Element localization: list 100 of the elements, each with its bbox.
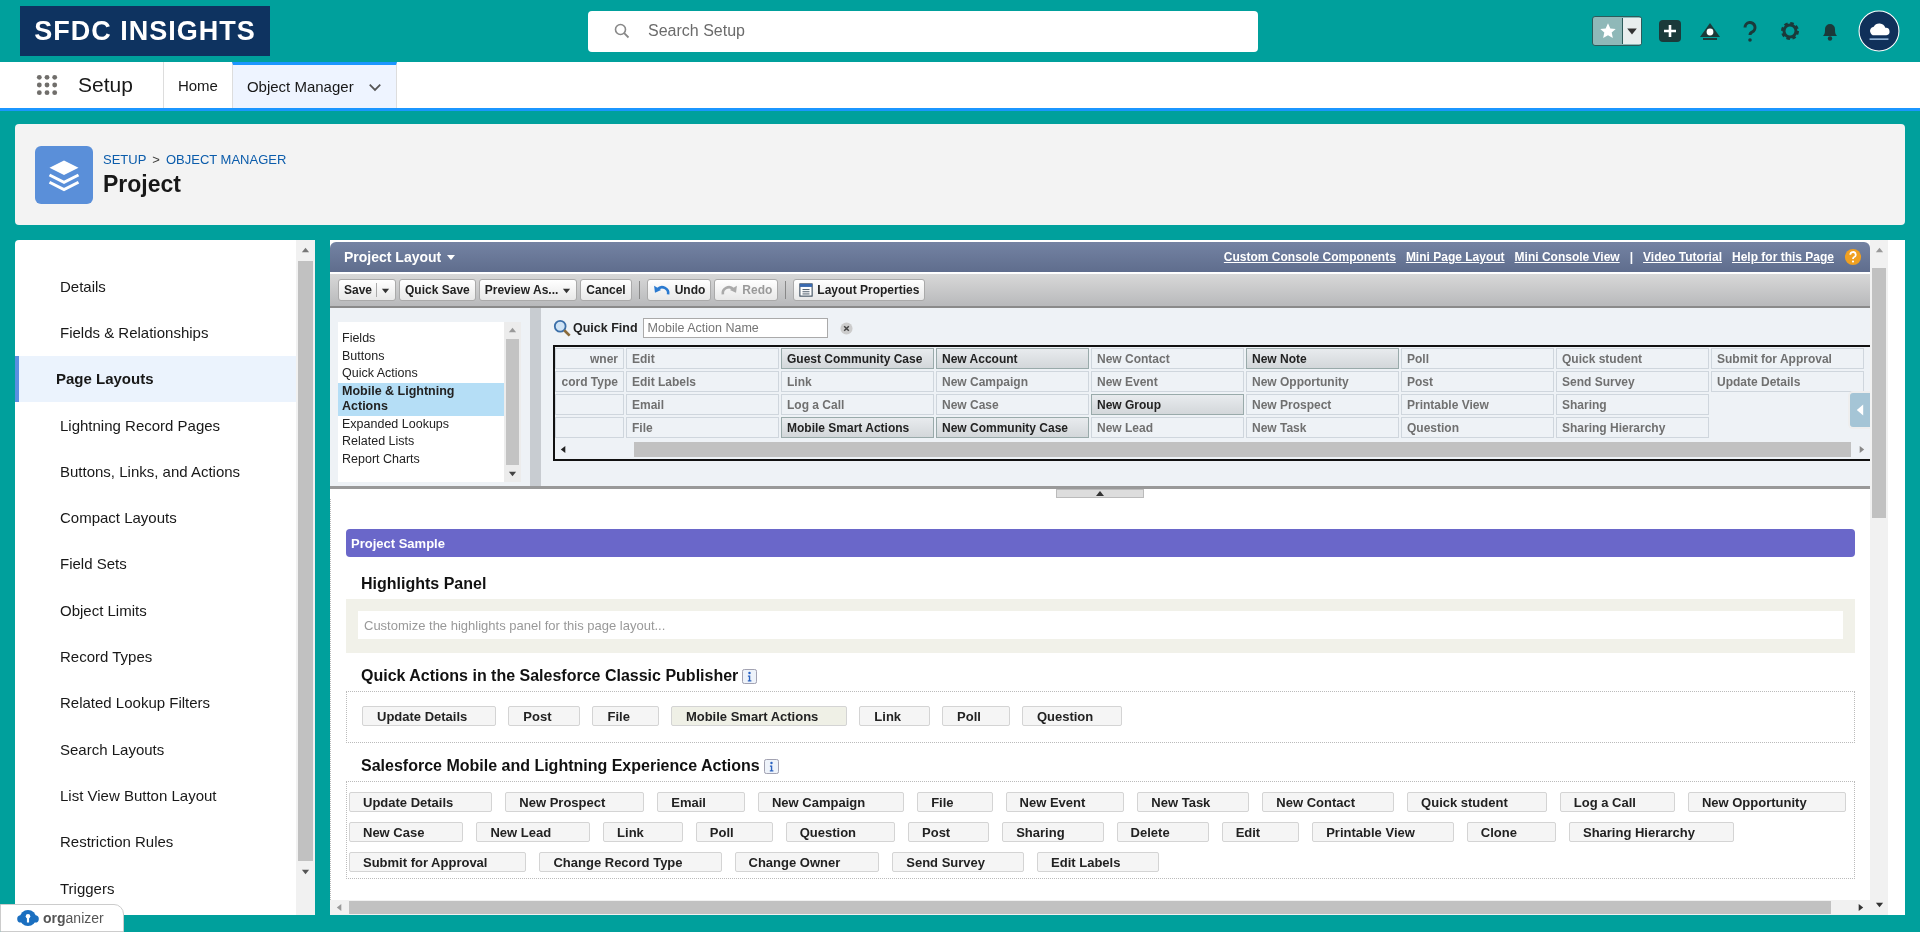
palette-item[interactable]: New Event xyxy=(1091,371,1244,392)
header-link[interactable]: Video Tutorial xyxy=(1643,250,1722,264)
sidebar-item[interactable]: Related Lookup Filters xyxy=(15,679,296,726)
nav-tab[interactable]: Object Manager xyxy=(231,62,397,108)
scroll-up-icon[interactable] xyxy=(301,246,310,255)
action-item[interactable]: New Lead xyxy=(476,822,591,842)
palette-item[interactable]: New Case xyxy=(936,394,1089,415)
palette-item[interactable]: File xyxy=(626,417,779,438)
action-item[interactable]: Link xyxy=(603,822,683,842)
app-launcher-icon[interactable] xyxy=(36,74,58,96)
palette-item[interactable]: New Contact xyxy=(1091,348,1244,369)
palette-item[interactable]: Post xyxy=(1401,371,1554,392)
action-item[interactable]: Sharing Hierarchy xyxy=(1568,822,1734,842)
palette-item[interactable]: Send Survey xyxy=(1556,371,1709,392)
toolbar-button[interactable]: Layout Properties xyxy=(793,279,926,301)
logo[interactable]: SFDC INSIGHTS xyxy=(20,6,270,56)
category-item[interactable]: Buttons xyxy=(338,347,504,365)
sidebar-item[interactable]: Details xyxy=(15,263,296,310)
breadcrumb-link[interactable]: SETUP xyxy=(103,151,147,167)
category-item[interactable]: Report Charts xyxy=(338,450,504,468)
action-item[interactable]: New Prospect xyxy=(505,792,645,812)
action-item[interactable]: Update Details xyxy=(362,706,497,726)
toolbar-button[interactable]: Cancel xyxy=(580,279,632,301)
action-item[interactable]: Sharing xyxy=(1002,822,1104,842)
toolbar-button[interactable]: Save xyxy=(338,279,397,301)
sidebar-item[interactable]: Fields & Relationships xyxy=(15,309,296,356)
palette-item[interactable]: Sharing xyxy=(1556,394,1709,415)
action-item[interactable]: Clone xyxy=(1466,822,1556,842)
action-item[interactable]: New Campaign xyxy=(758,792,905,812)
category-item[interactable]: Related Lists xyxy=(338,433,504,451)
palette-item[interactable]: Log a Call xyxy=(781,394,934,415)
palette-item[interactable]: wner xyxy=(555,348,624,369)
sidebar-item[interactable]: Compact Layouts xyxy=(15,494,296,541)
palette-item[interactable]: Edit xyxy=(626,348,779,369)
action-item[interactable]: New Opportunity xyxy=(1687,792,1846,812)
breadcrumb-link[interactable]: OBJECT MANAGER xyxy=(165,151,287,167)
action-item[interactable]: Quick student xyxy=(1407,792,1547,812)
category-item[interactable]: Fields xyxy=(338,330,504,348)
info-icon[interactable] xyxy=(742,668,758,684)
action-item[interactable]: Poll xyxy=(942,706,1010,726)
scrollbar[interactable] xyxy=(296,240,315,915)
sidebar-item[interactable]: List View Button Layout xyxy=(15,772,296,819)
help-icon[interactable] xyxy=(1844,248,1862,266)
scroll-up-icon[interactable] xyxy=(1874,246,1884,255)
scroll-down-icon[interactable] xyxy=(508,469,517,478)
action-item[interactable]: Submit for Approval xyxy=(349,852,527,872)
info-icon[interactable] xyxy=(763,758,779,774)
sidebar-item[interactable]: Buttons, Links, and Actions xyxy=(15,448,296,495)
palette-item[interactable]: cord Type xyxy=(555,371,624,392)
palette-item[interactable]: Edit Labels xyxy=(626,371,779,392)
scroll-left-icon[interactable] xyxy=(559,444,568,454)
action-item[interactable]: Post xyxy=(508,706,581,726)
action-item[interactable]: File xyxy=(917,792,993,812)
action-item[interactable]: Change Owner xyxy=(734,852,880,872)
palette-item[interactable]: Link xyxy=(781,371,934,392)
sidebar-item[interactable]: Record Types xyxy=(15,633,296,680)
action-item[interactable]: New Task xyxy=(1137,792,1250,812)
category-item[interactable]: Expanded Lookups xyxy=(338,415,504,433)
action-item[interactable]: Send Survey xyxy=(892,852,1025,872)
action-item[interactable]: New Contact xyxy=(1262,792,1395,812)
palette-item[interactable]: New Task xyxy=(1246,417,1399,438)
palette-item[interactable]: New Account xyxy=(936,348,1089,369)
palette-item[interactable]: New Community Case xyxy=(936,417,1089,438)
highlights-field[interactable]: Customize the highlights panel for this page layout... xyxy=(358,611,1843,639)
palette-item[interactable]: Poll xyxy=(1401,348,1554,369)
settings-icon[interactable] xyxy=(1778,19,1802,43)
clear-icon[interactable] xyxy=(839,321,853,335)
sidebar-item[interactable]: Field Sets xyxy=(15,540,296,588)
action-item[interactable]: Post xyxy=(908,822,990,842)
action-item[interactable]: Question xyxy=(1021,706,1123,726)
palette-item[interactable]: Guest Community Case xyxy=(781,348,934,369)
search-field[interactable]: Search Setup xyxy=(588,10,1258,52)
scrollbar[interactable] xyxy=(330,900,1870,915)
action-item[interactable]: Email xyxy=(657,792,745,812)
header-link[interactable]: Mini Page Layout xyxy=(1405,250,1505,264)
palette-item[interactable]: Email xyxy=(626,394,779,415)
palette-item[interactable]: Mobile Smart Actions xyxy=(781,417,934,438)
palette-item[interactable]: Submit for Approval xyxy=(1711,348,1864,369)
sidebar-item[interactable]: Search Layouts xyxy=(15,725,296,773)
sidebar-item[interactable]: Restriction Rules xyxy=(15,818,296,865)
sidebar-item[interactable]: Lightning Record Pages xyxy=(15,401,296,449)
palette-item[interactable]: Question xyxy=(1401,417,1554,438)
palette-item[interactable]: Printable View xyxy=(1401,394,1554,415)
scroll-down-icon[interactable] xyxy=(1874,900,1884,909)
sidebar-item[interactable]: Page Layouts xyxy=(15,355,296,402)
action-item[interactable]: Mobile Smart Actions xyxy=(670,706,848,726)
palette-item[interactable]: Update Details xyxy=(1711,371,1864,392)
header-link[interactable]: Help for this Page xyxy=(1731,250,1834,264)
category-item[interactable]: Quick Actions xyxy=(338,365,504,383)
scroll-right-icon[interactable] xyxy=(1856,903,1865,912)
action-item[interactable]: File xyxy=(592,706,659,726)
scrollbar[interactable] xyxy=(1870,240,1888,915)
resize-handle[interactable] xyxy=(1056,489,1144,498)
action-item[interactable]: New Case xyxy=(349,822,464,842)
scrollbar[interactable] xyxy=(504,322,521,482)
action-item[interactable]: Log a Call xyxy=(1559,792,1675,812)
palette-item[interactable]: Quick student xyxy=(1556,348,1709,369)
scroll-down-icon[interactable] xyxy=(301,867,310,876)
palette-item[interactable]: Sharing Hierarchy xyxy=(1556,417,1709,438)
header-link[interactable]: Mini Console View xyxy=(1514,250,1620,264)
